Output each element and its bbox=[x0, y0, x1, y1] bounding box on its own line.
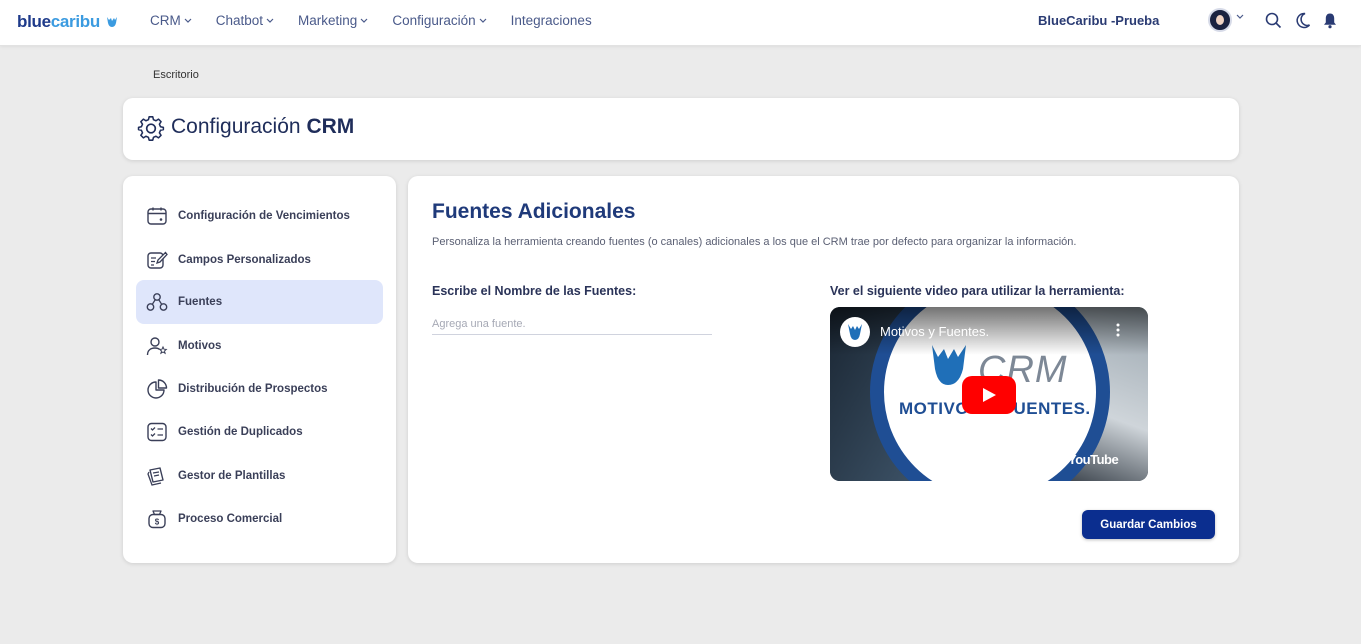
play-button[interactable] bbox=[962, 376, 1016, 414]
moon-icon[interactable] bbox=[1295, 12, 1311, 29]
chevron-down-icon bbox=[266, 18, 274, 23]
sidebar-item-label: Gestión de Duplicados bbox=[178, 426, 303, 438]
play-icon bbox=[983, 388, 996, 402]
sidebar-item-fuentes[interactable]: Fuentes bbox=[136, 280, 383, 324]
caribou-icon bbox=[105, 14, 119, 34]
calendar-icon bbox=[147, 207, 167, 225]
nav-configuracion[interactable]: Configuración bbox=[392, 13, 487, 28]
chevron-down-icon bbox=[184, 18, 192, 23]
sidebar-item-duplicados[interactable]: Gestión de Duplicados bbox=[136, 410, 383, 454]
sidebar-item-label: Fuentes bbox=[178, 296, 223, 308]
avatar[interactable] bbox=[1208, 8, 1232, 32]
logo-text-blue: blue bbox=[17, 12, 51, 31]
sidebar-item-label: Configuración de Vencimientos bbox=[178, 210, 350, 222]
money-bag-icon: $ bbox=[148, 510, 166, 529]
app-logo[interactable]: bluecaribu bbox=[17, 12, 119, 34]
caribou-icon bbox=[848, 324, 862, 340]
section-title: Fuentes Adicionales bbox=[432, 200, 636, 223]
channel-avatar[interactable] bbox=[840, 317, 870, 347]
nav-crm-label: CRM bbox=[150, 13, 181, 28]
nav-configuracion-label: Configuración bbox=[392, 13, 476, 28]
settings-sidebar: Configuración de Vencimientos Campos Per… bbox=[123, 176, 396, 563]
nav-chatbot-label: Chatbot bbox=[215, 13, 264, 28]
user-star-icon bbox=[146, 337, 168, 356]
sidebar-item-campos[interactable]: Campos Personalizados bbox=[136, 238, 383, 282]
svg-text:$: $ bbox=[155, 518, 160, 527]
page-title: Configuración CRM bbox=[171, 115, 354, 139]
gear-icon bbox=[137, 116, 165, 141]
nav-integraciones-label: Integraciones bbox=[510, 13, 592, 28]
edit-note-icon bbox=[147, 251, 168, 269]
page-header-card: Configuración CRM bbox=[123, 98, 1239, 160]
sidebar-item-plantillas[interactable]: Gestor de Plantillas bbox=[136, 454, 383, 498]
nav-crm[interactable]: CRM bbox=[150, 13, 192, 28]
video-player[interactable]: CRM MOTIVOS Y FUENTES. Motivos y Fuentes… bbox=[830, 307, 1148, 481]
sidebar-item-distribucion[interactable]: Distribución de Prospectos bbox=[136, 367, 383, 411]
more-vertical-icon[interactable] bbox=[1116, 323, 1120, 337]
save-changes-button[interactable]: Guardar Cambios bbox=[1082, 510, 1215, 539]
sources-field-label: Escribe el Nombre de las Fuentes: bbox=[432, 284, 637, 298]
sidebar-item-motivos[interactable]: Motivos bbox=[136, 324, 383, 368]
video-title[interactable]: Motivos y Fuentes. bbox=[880, 324, 989, 339]
pie-chart-icon bbox=[147, 379, 168, 399]
youtube-logo[interactable]: YouTube bbox=[1068, 452, 1119, 467]
main-nav: CRM Chatbot Marketing Configuración Inte… bbox=[150, 13, 616, 28]
video-label: Ver el siguiente video para utilizar la … bbox=[830, 284, 1125, 298]
sidebar-item-label: Gestor de Plantillas bbox=[178, 470, 286, 482]
avatar-face bbox=[1216, 15, 1224, 25]
sidebar-item-proceso[interactable]: $ Proceso Comercial bbox=[136, 497, 383, 541]
checklist-icon bbox=[147, 422, 167, 442]
breadcrumb[interactable]: Escritorio bbox=[153, 69, 199, 81]
nav-marketing[interactable]: Marketing bbox=[298, 13, 368, 28]
chevron-down-icon bbox=[479, 18, 487, 23]
sidebar-item-label: Campos Personalizados bbox=[178, 254, 311, 266]
template-icon bbox=[147, 467, 164, 486]
main-content-card: Fuentes Adicionales Personaliza la herra… bbox=[408, 176, 1239, 563]
logo-text-caribu: caribu bbox=[50, 12, 101, 31]
sidebar-item-label: Proceso Comercial bbox=[178, 513, 283, 525]
nav-integraciones[interactable]: Integraciones bbox=[511, 13, 592, 28]
network-icon bbox=[146, 293, 168, 311]
sidebar-item-vencimientos[interactable]: Configuración de Vencimientos bbox=[136, 194, 383, 238]
nav-marketing-label: Marketing bbox=[298, 13, 358, 28]
page-title-light: Configuración bbox=[171, 115, 301, 138]
chevron-down-icon[interactable] bbox=[1236, 14, 1244, 20]
section-description: Personaliza la herramienta creando fuent… bbox=[432, 236, 1077, 248]
nav-chatbot[interactable]: Chatbot bbox=[216, 13, 274, 28]
top-navbar: bluecaribu CRM Chatbot Marketing Configu… bbox=[0, 0, 1361, 46]
source-name-input[interactable] bbox=[432, 313, 712, 335]
bell-icon[interactable] bbox=[1323, 12, 1337, 29]
search-icon[interactable] bbox=[1265, 12, 1282, 29]
chevron-down-icon bbox=[360, 18, 368, 23]
page-title-bold: CRM bbox=[306, 115, 355, 138]
organization-name[interactable]: BlueCaribu -Prueba bbox=[1038, 13, 1159, 28]
sidebar-item-label: Motivos bbox=[178, 340, 222, 352]
sidebar-item-label: Distribución de Prospectos bbox=[178, 383, 328, 395]
